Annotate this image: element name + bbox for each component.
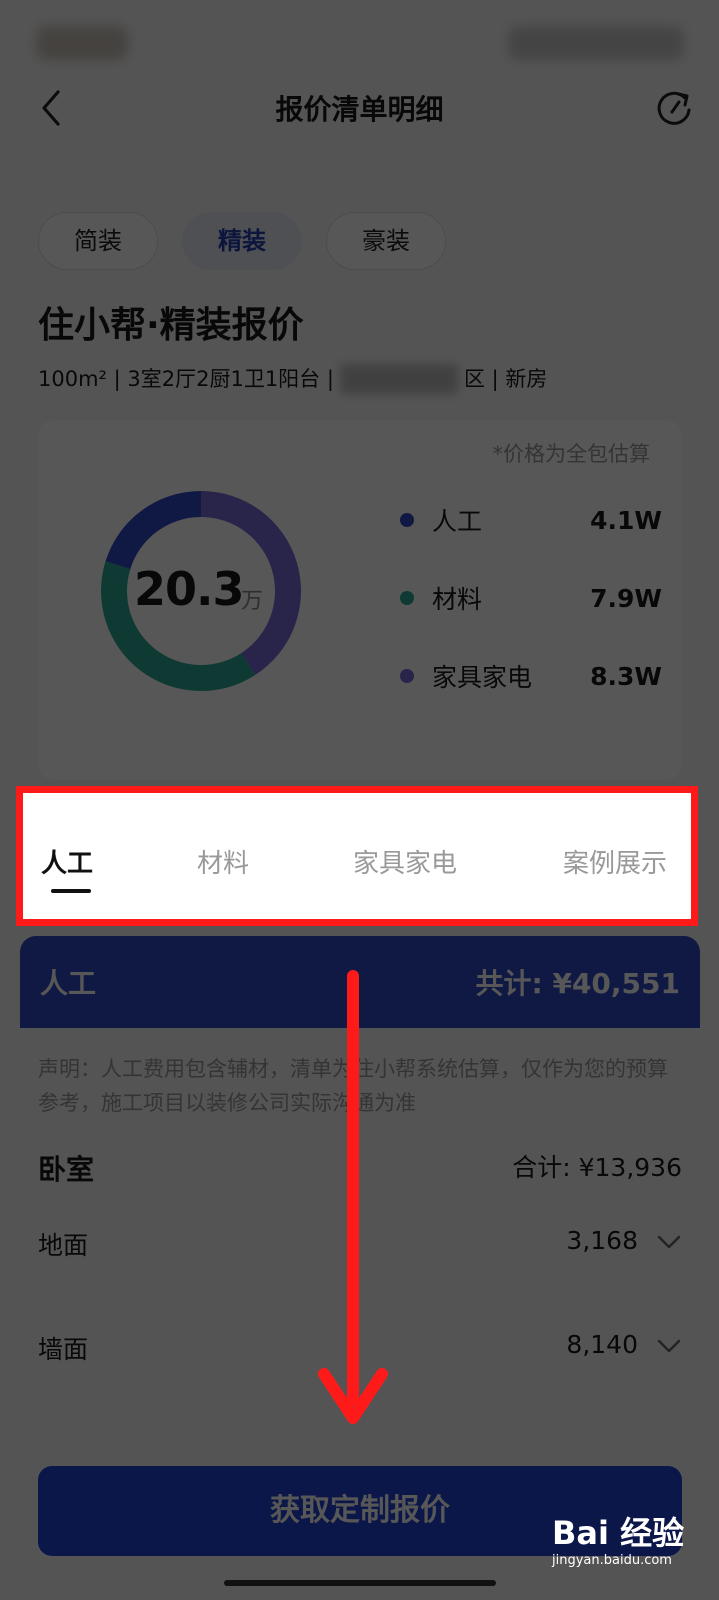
tab-case-showcase[interactable]: 案例展示 [563,843,667,880]
legend-value: 4.1W [590,505,662,535]
legend-name: 家具家电 [432,663,533,692]
house-info: 100m² | 3室2厅2厨1卫1阳台 | 区 | 新房 [38,362,547,396]
category-tabs-highlight: 人工 材料 家具家电 案例展示 [16,786,698,926]
tab-fine-package[interactable]: 精装 [182,212,302,270]
tab-furniture-appliances[interactable]: 家具家电 [353,843,457,880]
legend-labor: 人工 4.1W [400,502,662,538]
home-indicator [224,1580,496,1586]
legend-value: 7.9W [590,583,662,613]
package-tabs: 简装 精装 豪装 [38,212,446,272]
cost-summary-card: *价格为全包估算 20.3 万 人工 4.1W 材料 7.9W 家具家电 8.3… [38,420,682,780]
section-total: 共计: ¥40,551 [475,967,680,1000]
chevron-down-icon[interactable] [656,1336,682,1356]
share-refresh-icon[interactable] [654,88,694,128]
tab-luxury-package[interactable]: 豪装 [326,212,446,270]
total-cost-value: 20.3 [134,562,244,616]
legend-dot-furniture [400,669,414,683]
tab-materials[interactable]: 材料 [197,843,249,880]
legend-value: 8.3W [590,661,662,691]
donut-segment-人工 [105,491,201,570]
house-info-district: 区 | 新房 [463,367,548,391]
legend-furniture: 家具家电 8.3W [400,658,662,694]
item-value: 8,140 [566,1330,638,1359]
quote-title: 住小帮·精装报价 [38,305,304,346]
item-value: 3,168 [566,1226,638,1255]
status-bar-left-blurred [36,26,128,60]
item-name: 墙面 [38,1335,89,1364]
tab-simple-package[interactable]: 简装 [38,212,158,270]
estimate-note: *价格为全包估算 [492,442,651,466]
legend-dot-labor [400,513,414,527]
page-title: 报价清单明细 [275,93,444,126]
baidu-jingyan-watermark: Bai 经验 jingyan.baidu.com [552,1514,702,1570]
watermark-url: jingyan.baidu.com [552,1553,672,1568]
legend-materials: 材料 7.9W [400,580,662,616]
room-name: 卧室 [38,1153,95,1186]
active-tab-indicator [51,889,91,893]
district-redacted [339,364,458,394]
legend-name: 人工 [432,507,483,536]
room-total: 合计: ¥13,936 [512,1153,682,1182]
legend-name: 材料 [432,585,483,614]
section-name: 人工 [40,967,97,1000]
legend-dot-materials [400,591,414,605]
tab-labor[interactable]: 人工 [41,843,93,880]
total-cost-unit: 万 [241,589,264,614]
watermark-logo: Bai 经验 [552,1514,685,1552]
item-name: 地面 [38,1231,89,1260]
chevron-down-icon[interactable] [656,1232,682,1252]
status-bar-right-blurred [508,26,684,60]
annotation-arrow-down [318,970,388,1424]
house-info-spec: 100m² | 3室2厅2厨1卫1阳台 | [38,367,334,391]
